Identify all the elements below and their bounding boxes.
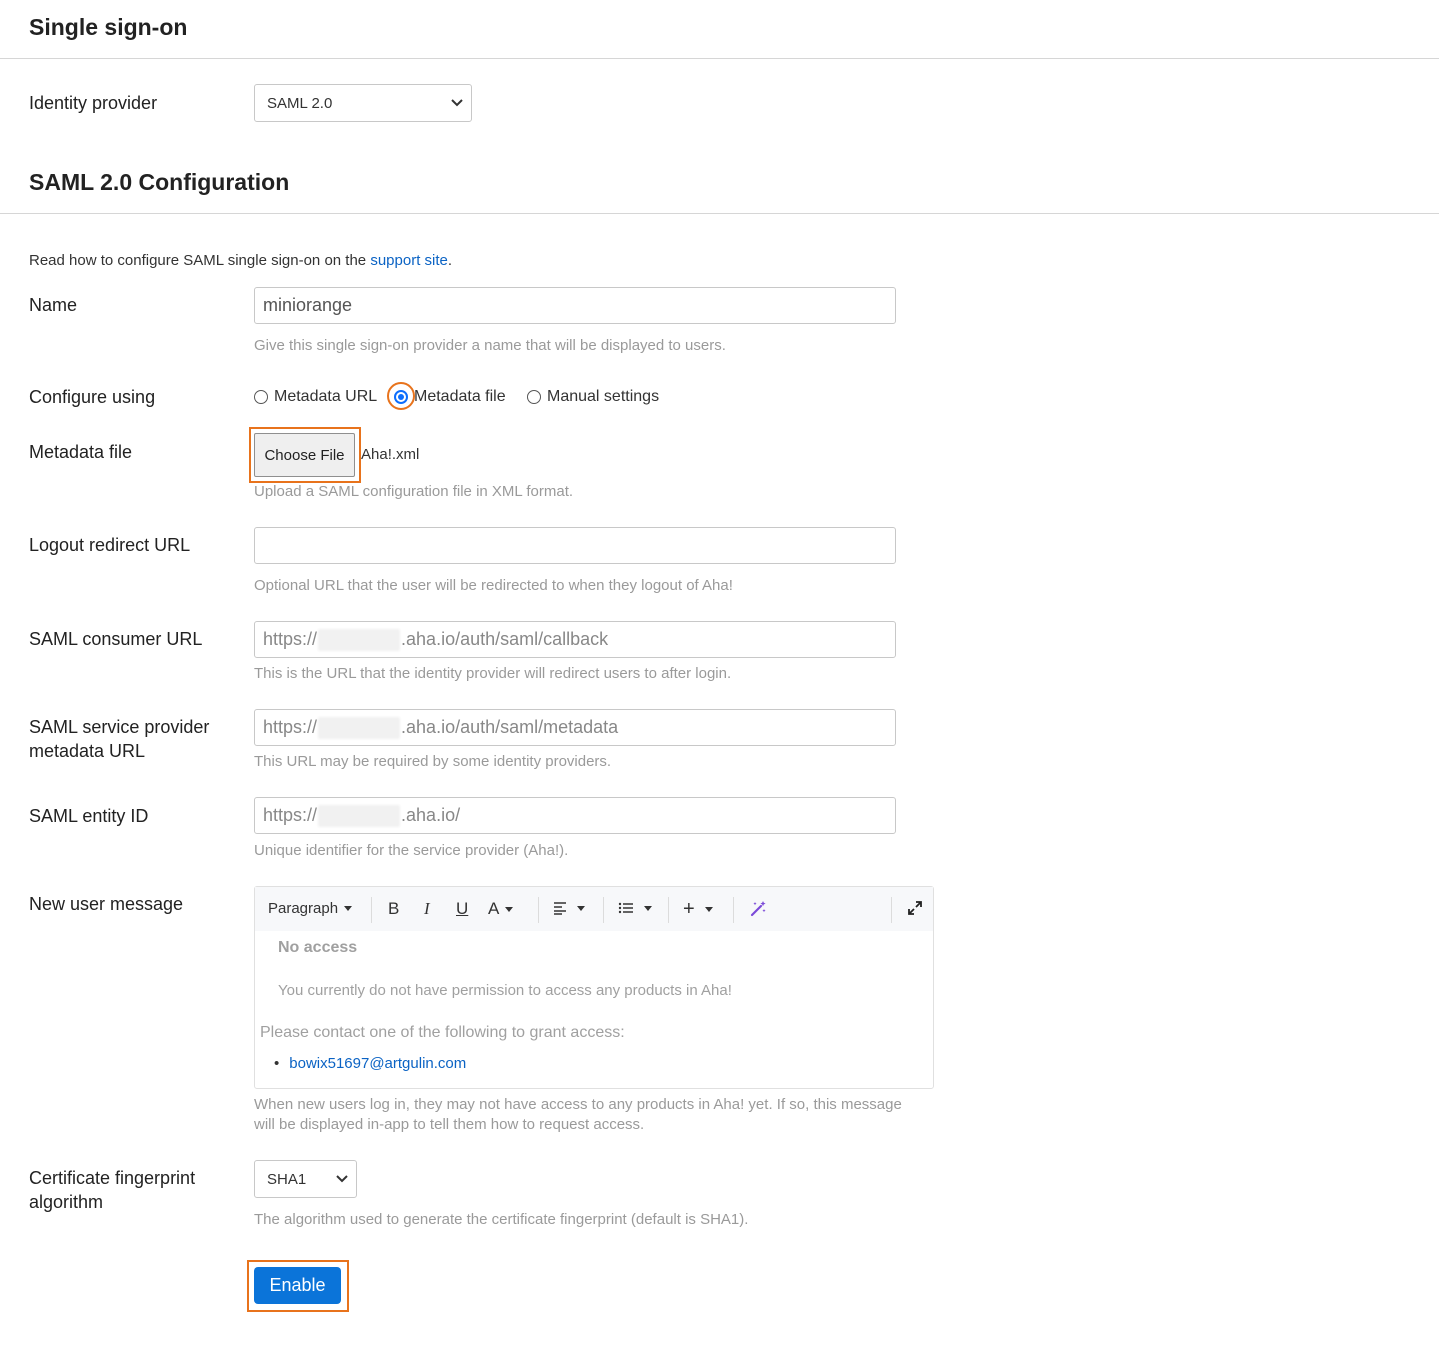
logout-redirect-input[interactable] (254, 527, 896, 564)
identity-provider-value: SAML 2.0 (267, 94, 333, 112)
divider (0, 213, 1439, 214)
fingerprint-hint: The algorithm used to generate the certi… (254, 1211, 749, 1228)
metadata-file-hint: Upload a SAML configuration file in XML … (254, 483, 574, 500)
radio-manual-settings[interactable]: Manual settings (527, 388, 659, 406)
fingerprint-label: Certificate fingerprint algorithm (29, 1168, 196, 1212)
list-icon (618, 902, 633, 914)
choose-file-button[interactable]: Choose File (254, 433, 355, 477)
radio-button[interactable] (254, 390, 268, 404)
toolbar-separator (733, 897, 734, 923)
list-dropdown[interactable] (618, 901, 652, 915)
chevron-down-icon (451, 99, 463, 107)
configure-using-label: Configure using (29, 387, 156, 407)
identity-provider-select[interactable]: SAML 2.0 (254, 84, 472, 122)
underline-button[interactable]: U (456, 899, 468, 919)
consumer-url-input[interactable]: https://.aha.io/auth/saml/callback (254, 621, 896, 658)
entity-id-label: SAML entity ID (29, 806, 149, 826)
fingerprint-select[interactable]: SHA1 (254, 1160, 357, 1198)
email-link[interactable]: bowix51697@artgulin.com (289, 1055, 466, 1072)
magic-wand-icon (750, 901, 766, 917)
sp-metadata-label: SAML service provider metadata URL (29, 717, 210, 761)
radio-metadata-url[interactable]: Metadata URL (254, 388, 377, 406)
message-heading: No access (278, 939, 358, 956)
redacted-subdomain (318, 804, 401, 827)
radio-metadata-file[interactable]: Metadata file (394, 388, 506, 406)
name-hint: Give this single sign-on provider a name… (254, 337, 726, 354)
divider (0, 58, 1439, 59)
email-list-item: • bowix51697@artgulin.com (274, 1055, 467, 1072)
caret-down-icon (644, 905, 652, 911)
caret-down-icon (505, 906, 514, 912)
logout-redirect-hint: Optional URL that the user will be redir… (254, 577, 733, 594)
section-title: SAML 2.0 Configuration (29, 169, 290, 195)
expand-icon (908, 901, 922, 915)
redacted-subdomain (318, 716, 401, 739)
sp-metadata-hint: This URL may be required by some identit… (254, 753, 612, 770)
metadata-file-label: Metadata file (29, 442, 133, 462)
entity-id-input[interactable]: https://.aha.io/ (254, 797, 896, 834)
sp-metadata-input[interactable]: https://.aha.io/auth/saml/metadata (254, 709, 896, 746)
italic-button[interactable]: I (424, 899, 430, 919)
align-left-icon (554, 902, 566, 915)
fingerprint-value: SHA1 (267, 1170, 307, 1188)
new-user-message-label: New user message (29, 894, 184, 914)
logout-redirect-label: Logout redirect URL (29, 535, 191, 555)
entity-id-hint: Unique identifier for the service provid… (254, 842, 569, 859)
toolbar-separator (371, 897, 372, 923)
name-label: Name (29, 295, 78, 315)
font-color-button[interactable]: A (488, 899, 514, 919)
message-line: You currently do not have permission to … (278, 982, 732, 999)
align-dropdown[interactable] (553, 901, 585, 915)
page-title: Single sign-on (29, 14, 188, 40)
caret-down-icon (344, 906, 353, 911)
caret-down-icon (577, 905, 585, 911)
radio-button[interactable] (527, 390, 541, 404)
toolbar-separator (891, 897, 892, 923)
chevron-down-icon (336, 1175, 348, 1183)
toolbar-separator (668, 897, 669, 923)
editor-toolbar: Paragraph B I U A + (255, 887, 933, 931)
insert-dropdown[interactable]: + (683, 898, 713, 921)
caret-down-icon (704, 907, 713, 912)
bold-button[interactable]: B (388, 899, 399, 919)
identity-provider-label: Identity provider (29, 93, 158, 113)
toolbar-separator (538, 897, 539, 923)
consumer-url-label: SAML consumer URL (29, 629, 203, 649)
radio-button-selected[interactable] (394, 390, 408, 404)
message-line: Please contact one of the following to g… (260, 1024, 625, 1041)
ai-assist-button[interactable] (750, 900, 767, 917)
expand-button[interactable] (907, 900, 923, 916)
consumer-url-hint: This is the URL that the identity provid… (254, 665, 732, 682)
redacted-subdomain (318, 628, 401, 651)
name-input[interactable]: miniorange (254, 287, 896, 324)
enable-button[interactable]: Enable (254, 1267, 341, 1304)
support-site-link[interactable]: support site (370, 252, 448, 269)
rich-text-editor[interactable]: Paragraph B I U A + No access You curren… (254, 886, 934, 1089)
file-name: Aha!.xml (361, 446, 420, 463)
new-user-hint: When new users log in, they may not have… (254, 1096, 902, 1133)
paragraph-dropdown[interactable]: Paragraph (268, 900, 353, 917)
intro-text: Read how to configure SAML single sign-o… (29, 252, 453, 269)
toolbar-separator (603, 897, 604, 923)
